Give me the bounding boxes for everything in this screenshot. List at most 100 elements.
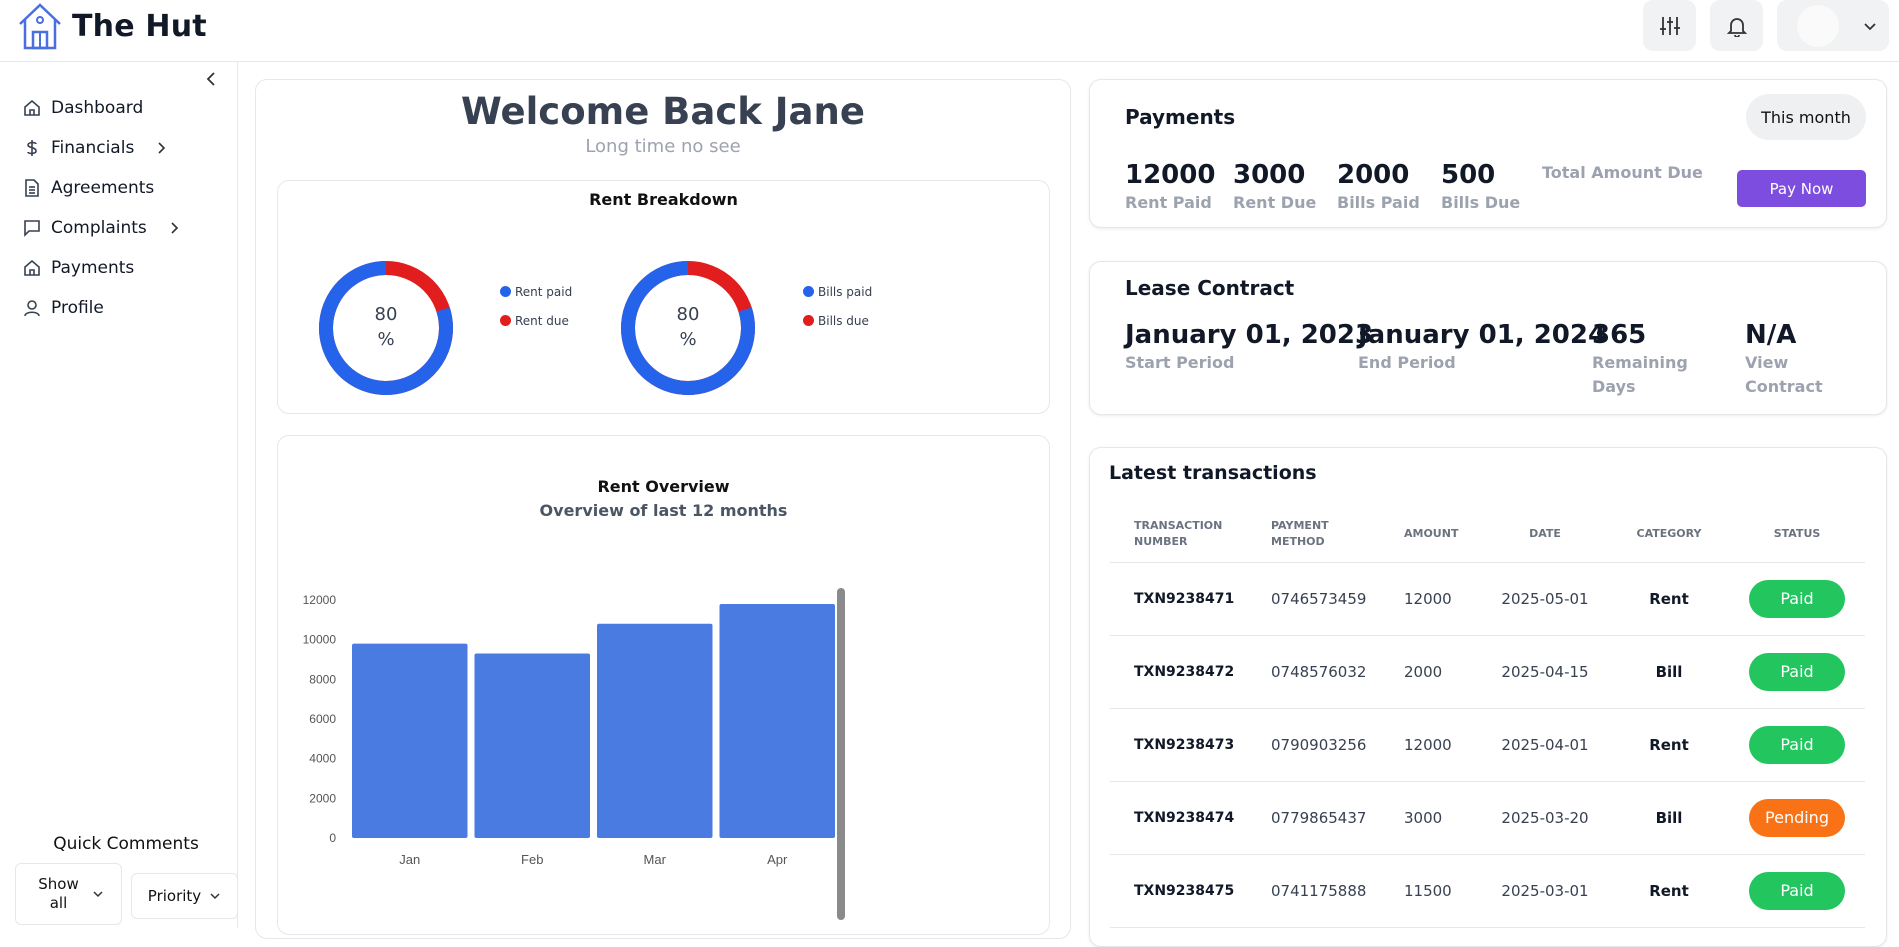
table-row[interactable]: TXN9238473 0790903256 12000 2025-04-01 R… <box>1110 708 1865 782</box>
sidebar-item-label: Complaints <box>51 218 147 238</box>
col-category[interactable]: CATEGORY <box>1609 506 1729 563</box>
bar-jan[interactable] <box>352 643 468 838</box>
bar-apr[interactable] <box>719 603 836 838</box>
col-status[interactable]: STATUS <box>1729 506 1865 563</box>
cell-date: 2025-03-01 <box>1481 854 1609 928</box>
rent-percent: 80 <box>374 304 398 325</box>
cell-date: 2025-05-01 <box>1481 562 1609 636</box>
cell-category: Rent <box>1609 708 1729 782</box>
cell-category: Bill <box>1609 781 1729 855</box>
x-tick-label: Feb <box>521 852 543 867</box>
y-tick-label: 0 <box>329 831 336 845</box>
notifications-button[interactable] <box>1710 0 1763 51</box>
lease-start-date: January 01, 2023 <box>1125 320 1374 350</box>
bell-icon <box>1726 17 1747 37</box>
sidebar-nav: Dashboard Financials Agreements Complain… <box>23 88 181 328</box>
stat-bills-paid: 2000 Bills Paid <box>1337 159 1420 215</box>
bar-feb[interactable] <box>474 653 591 838</box>
table-row[interactable]: TXN9238472 0748576032 2000 2025-04-15 Bi… <box>1110 635 1865 709</box>
table-row[interactable]: TXN9238475 0741175888 11500 2025-03-01 R… <box>1110 854 1865 928</box>
cell-amount: 11500 <box>1380 854 1481 928</box>
stat-value: 2000 <box>1337 160 1410 190</box>
bar-mar[interactable] <box>597 623 713 838</box>
transactions-table: TRANSACTION NUMBER PAYMENT METHOD AMOUNT… <box>1110 506 1865 928</box>
show-all-dropdown[interactable]: Show all <box>15 863 122 925</box>
cell-status: Paid <box>1729 708 1865 782</box>
filter-button[interactable] <box>1643 0 1696 51</box>
cell-amount: 12000 <box>1380 562 1481 636</box>
col-date[interactable]: DATE <box>1481 506 1609 563</box>
lease-end: January 01, 2024 End Period <box>1358 319 1606 375</box>
sliders-icon <box>1659 16 1680 35</box>
sidebar-item-payments[interactable]: Payments <box>23 248 181 288</box>
x-tick-label: Jan <box>399 852 420 867</box>
status-badge: Paid <box>1749 725 1845 764</box>
sidebar: Dashboard Financials Agreements Complain… <box>0 62 238 928</box>
stat-label: Rent Paid <box>1125 193 1212 212</box>
rent-overview-subtitle: Overview of last 12 months <box>539 501 788 520</box>
x-tick-label: Mar <box>644 852 667 867</box>
stat-value: 3000 <box>1233 160 1306 190</box>
sidebar-item-financials[interactable]: Financials <box>23 128 181 168</box>
cell-date: 2025-04-01 <box>1481 708 1609 782</box>
chevron-right-icon <box>171 222 178 234</box>
table-row[interactable]: TXN9238474 0779865437 3000 2025-03-20 Bi… <box>1110 781 1865 855</box>
table-row[interactable]: TXN9238471 0746573459 12000 2025-05-01 R… <box>1110 562 1865 636</box>
y-tick-label: 4000 <box>309 752 336 766</box>
total-amount-label: Total Amount Due <box>1542 163 1703 182</box>
col-payment-method[interactable]: PAYMENT METHOD <box>1247 506 1380 563</box>
show-all-label: Show all <box>38 875 79 912</box>
pay-now-button[interactable]: Pay Now <box>1737 170 1866 207</box>
top-bar: The Hut <box>0 0 1899 62</box>
cell-txn: TXN9238474 <box>1110 781 1247 855</box>
bills-percent-unit: % <box>679 329 697 350</box>
col-amount[interactable]: AMOUNT <box>1380 506 1481 563</box>
col-transaction-number[interactable]: TRANSACTION NUMBER <box>1110 506 1247 563</box>
sidebar-item-label: Payments <box>51 258 135 278</box>
sidebar-item-dashboard[interactable]: Dashboard <box>23 88 181 128</box>
cell-txn: TXN9238472 <box>1110 635 1247 709</box>
sidebar-item-complaints[interactable]: Complaints <box>23 208 181 248</box>
cell-method: 0790903256 <box>1247 708 1380 782</box>
sidebar-item-profile[interactable]: Profile <box>23 288 181 328</box>
priority-dropdown[interactable]: Priority <box>131 873 238 919</box>
legend-bills-paid: Bills paid <box>803 277 872 306</box>
dashboard-card: Welcome Back Jane Long time no see Rent … <box>255 79 1071 939</box>
lease-end-label: End Period <box>1358 353 1456 372</box>
chevron-down-icon <box>210 893 220 900</box>
sidebar-item-agreements[interactable]: Agreements <box>23 168 181 208</box>
cell-status: Paid <box>1729 854 1865 928</box>
logo[interactable]: The Hut <box>16 2 207 50</box>
collapse-sidebar-icon[interactable] <box>203 70 221 88</box>
cell-amount: 3000 <box>1380 781 1481 855</box>
view-contract-label[interactable]: View Contract <box>1745 351 1835 399</box>
legend-bills-due: Bills due <box>803 306 872 335</box>
this-month-button[interactable]: This month <box>1746 94 1866 140</box>
stat-rent-due: 3000 Rent Due <box>1233 159 1316 215</box>
stat-rent-paid: 12000 Rent Paid <box>1125 159 1215 215</box>
contract-value: N/A <box>1745 320 1797 350</box>
priority-label: Priority <box>147 887 202 905</box>
cell-status: Paid <box>1729 635 1865 709</box>
cell-status: Paid <box>1729 562 1865 636</box>
home-icon <box>24 259 40 276</box>
lease-contract-link[interactable]: N/A View Contract <box>1745 319 1835 399</box>
legend-dot <box>500 315 511 326</box>
user-menu-button[interactable] <box>1777 0 1889 51</box>
cell-method: 0748576032 <box>1247 635 1380 709</box>
cell-txn: TXN9238475 <box>1110 854 1247 928</box>
status-badge: Paid <box>1749 871 1845 910</box>
lease-remaining: 365 Remaining Days <box>1592 319 1702 399</box>
payments-title: Payments <box>1125 105 1236 129</box>
welcome-title: Welcome Back Jane <box>461 90 865 133</box>
chevron-down-icon <box>92 891 103 898</box>
bills-donut: 80 % <box>620 260 756 396</box>
home-icon <box>24 99 40 116</box>
total-amount-due: Total Amount Due <box>1542 161 1703 185</box>
y-tick-label: 6000 <box>309 712 336 726</box>
y-tick-label: 12000 <box>303 593 337 607</box>
cell-category: Rent <box>1609 562 1729 636</box>
stat-value: 12000 <box>1125 160 1216 190</box>
cell-txn: TXN9238473 <box>1110 708 1247 782</box>
chart-scrollbar[interactable] <box>837 588 845 920</box>
